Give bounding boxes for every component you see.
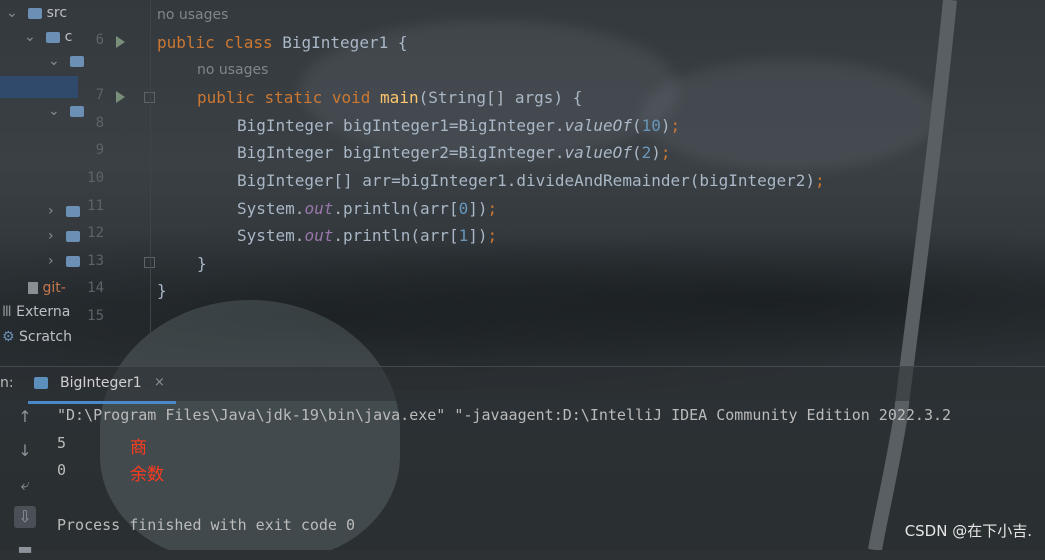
chevron-down-icon: ⌄ bbox=[48, 53, 60, 69]
line-number: 12 bbox=[87, 225, 104, 241]
code-line-12: System.out.println(arr[1]); bbox=[237, 226, 498, 245]
line-number: 15 bbox=[87, 308, 104, 324]
run-main-icon[interactable] bbox=[116, 91, 125, 103]
console-line-quotient: 5 bbox=[57, 434, 67, 452]
run-tool-window-header: n: BigInteger1 × bbox=[0, 366, 1045, 404]
package-icon bbox=[70, 105, 85, 117]
code-line-7: public static void main(String[] args) { bbox=[197, 88, 583, 107]
code-line-9: BigInteger bigInteger2=BigInteger.valueO… bbox=[237, 143, 671, 162]
watermark: CSDN @在下小吉. bbox=[904, 522, 1032, 540]
tree-item-collapsed-2[interactable]: › bbox=[0, 225, 81, 247]
package-icon bbox=[46, 31, 61, 43]
scroll-to-end-icon[interactable]: ⇩ bbox=[14, 506, 36, 528]
scratch-icon: ⚙ bbox=[2, 329, 15, 345]
arrow-down-icon[interactable]: ↓ bbox=[14, 440, 36, 462]
console-line-exit: Process finished with exit code 0 bbox=[57, 516, 356, 534]
code-line-6: public class BigInteger1 { bbox=[157, 33, 408, 52]
package-icon bbox=[66, 255, 81, 267]
line-number: 10 bbox=[87, 170, 104, 186]
package-icon bbox=[70, 55, 85, 67]
package-icon bbox=[66, 205, 81, 217]
tree-item-collapsed-1[interactable]: › bbox=[0, 200, 81, 222]
annotation-remainder: 余数 bbox=[130, 465, 164, 485]
tab-biginteger1[interactable]: BigInteger1 × bbox=[28, 367, 176, 404]
line-number: 13 bbox=[87, 253, 104, 269]
branch-graphic bbox=[868, 0, 957, 550]
tree-item-collapsed-3[interactable]: › bbox=[0, 250, 81, 272]
run-toolbar: ↑ ↓ ⤶ ⇩ ▬ bbox=[0, 400, 50, 558]
chevron-right-icon: › bbox=[48, 228, 54, 244]
usage-hint[interactable]: no usages bbox=[197, 57, 268, 84]
code-line-14: } bbox=[157, 281, 167, 300]
tree-item-package[interactable]: ⌄ c bbox=[0, 26, 72, 48]
folder-icon bbox=[28, 7, 43, 19]
console-line-remainder: 0 bbox=[57, 461, 67, 479]
code-line-11: System.out.println(arr[0]); bbox=[237, 199, 498, 218]
tree-item-gitignore[interactable]: git- bbox=[0, 277, 66, 299]
project-tree-selection bbox=[0, 76, 78, 98]
annotation-quotient: 商 bbox=[130, 438, 147, 458]
tree-item-external-libraries[interactable]: Ⅲ Externa bbox=[0, 301, 70, 323]
chevron-right-icon: › bbox=[48, 253, 54, 269]
tree-item-subpackage-2[interactable]: ⌄ bbox=[0, 100, 85, 122]
run-class-icon[interactable] bbox=[116, 36, 125, 48]
usage-hint[interactable]: no usages bbox=[157, 2, 228, 29]
chevron-down-icon: ⌄ bbox=[24, 29, 36, 45]
soft-wrap-icon[interactable]: ⤶ bbox=[14, 474, 36, 496]
close-icon[interactable]: × bbox=[154, 375, 165, 390]
code-line-10: BigInteger[] arr=bigInteger1.divideAndRe… bbox=[237, 171, 825, 190]
library-icon: Ⅲ bbox=[2, 304, 12, 320]
run-window-label: n: bbox=[0, 375, 14, 391]
tree-item-src[interactable]: ⌄ src bbox=[0, 2, 67, 24]
code-line-13: } bbox=[197, 254, 207, 273]
print-icon[interactable]: ▬ bbox=[14, 538, 36, 560]
gutter-separator bbox=[150, 0, 151, 365]
chevron-down-icon: ⌄ bbox=[48, 103, 60, 119]
chevron-right-icon: › bbox=[48, 203, 54, 219]
console-line-command: "D:\Program Files\Java\jdk-19\bin\java.e… bbox=[57, 406, 952, 424]
line-number: 14 bbox=[87, 280, 104, 296]
line-number: 11 bbox=[87, 198, 104, 214]
chevron-down-icon: ⌄ bbox=[6, 5, 18, 21]
tab-label: BigInteger1 bbox=[60, 375, 142, 391]
file-icon bbox=[28, 282, 38, 294]
tree-item-subpackage[interactable]: ⌄ bbox=[0, 50, 85, 72]
arrow-up-icon[interactable]: ↑ bbox=[14, 406, 36, 428]
run-config-icon bbox=[34, 377, 48, 389]
project-tree: ⌄ src ⌄ c ⌄ ⌄ › › › git- Ⅲ Externa ⚙ Scr… bbox=[0, 0, 85, 365]
package-icon bbox=[66, 230, 81, 242]
code-line-8: BigInteger bigInteger1=BigInteger.valueO… bbox=[237, 116, 681, 135]
tree-item-scratches[interactable]: ⚙ Scratch bbox=[0, 326, 72, 348]
line-number: 6 bbox=[95, 32, 104, 48]
line-number: 9 bbox=[95, 142, 104, 158]
